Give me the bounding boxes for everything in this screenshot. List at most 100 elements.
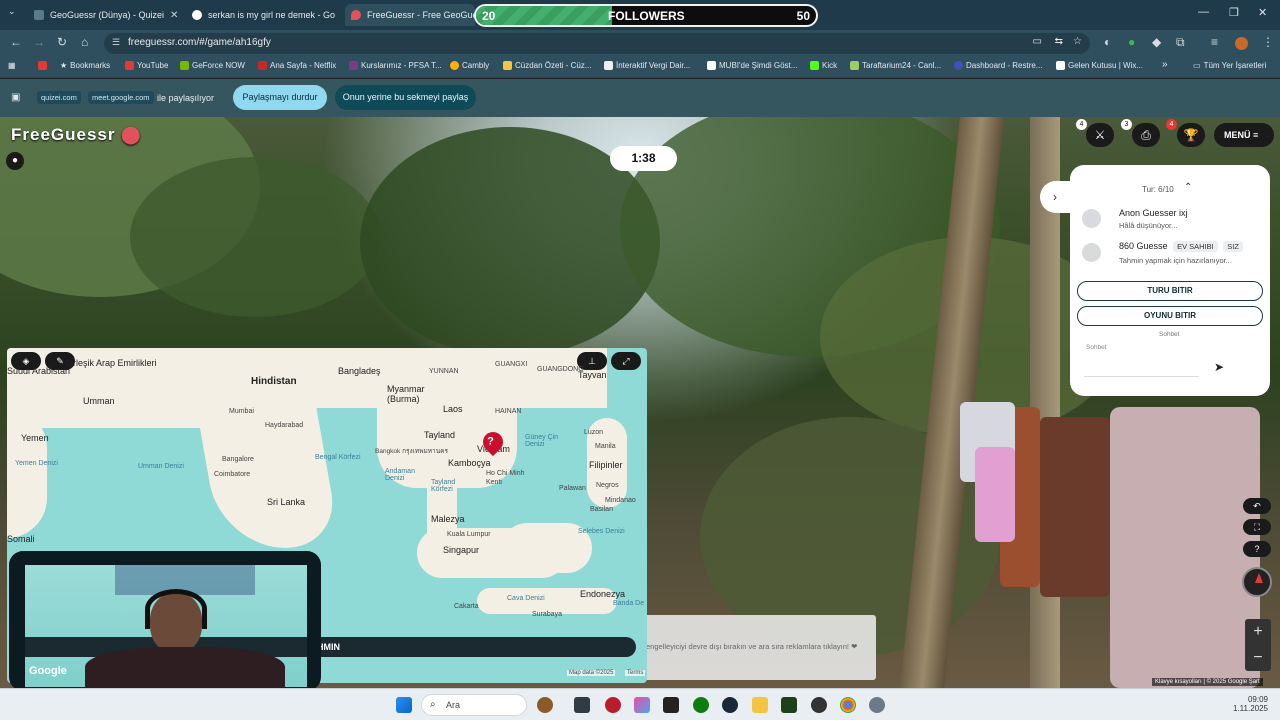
- apps-grid-icon[interactable]: ▦: [8, 61, 16, 70]
- round-timer: 1:38: [610, 146, 677, 171]
- print-icon[interactable]: ⎙: [1132, 123, 1160, 147]
- close-window-icon[interactable]: ✕: [1258, 6, 1267, 19]
- settings-icon[interactable]: [869, 697, 885, 713]
- bookmark-cambly[interactable]: Cambly: [450, 61, 489, 70]
- bookmark-bookmarks[interactable]: [38, 61, 47, 70]
- webcam-feed: Google: [25, 565, 307, 688]
- map-label: GUANGXI: [495, 361, 528, 368]
- file-explorer-icon[interactable]: [752, 697, 768, 713]
- profile-avatar[interactable]: [1235, 37, 1248, 50]
- bookmark-taraftarium[interactable]: Taraftarium24 - Canl...: [850, 61, 941, 70]
- bookmark-wix[interactable]: Gelen Kutusu | Wix...: [1056, 61, 1143, 70]
- help-icon[interactable]: ?: [1243, 541, 1271, 557]
- app-arrow-icon[interactable]: [781, 697, 797, 713]
- map-terms-link[interactable]: Terms: [625, 670, 646, 676]
- address-bar[interactable]: ☰ freeguessr.com/#/game/ah16gfy ▭ ⇆ ☆: [104, 33, 1090, 54]
- more-bookmarks-icon[interactable]: »: [1162, 59, 1168, 70]
- close-tab-icon[interactable]: ✕: [170, 10, 178, 21]
- map-label: Bangkok กรุงเทพมหานคร: [375, 448, 448, 455]
- maximize-icon[interactable]: ❐: [1229, 6, 1239, 19]
- bookmark-restream[interactable]: Dashboard - Restre...: [954, 61, 1042, 70]
- xbox-icon[interactable]: [693, 697, 709, 713]
- account-icon[interactable]: ●: [6, 152, 24, 170]
- back-icon[interactable]: ←: [10, 35, 22, 49]
- keyboard-shortcuts-link[interactable]: Klavye kısayolları: [1155, 679, 1202, 685]
- bookmark-vergi[interactable]: İnteraktif Vergi Dair...: [604, 61, 690, 70]
- undo-icon[interactable]: ↶: [1243, 498, 1271, 514]
- site-info-icon[interactable]: ☰: [112, 37, 120, 48]
- print-badge: 3: [1121, 119, 1132, 130]
- windows-start-icon[interactable]: [396, 697, 412, 713]
- followers-progress-fill: [476, 6, 612, 25]
- battle-swords-icon[interactable]: ⚔: [1086, 123, 1114, 147]
- bookmark-pfsa[interactable]: Kurslarımız - PFSA T...: [349, 61, 442, 70]
- widgets-icon[interactable]: [537, 697, 553, 713]
- obs-icon[interactable]: [811, 697, 827, 713]
- epic-games-icon[interactable]: [663, 697, 679, 713]
- minimize-icon[interactable]: —: [1198, 6, 1209, 18]
- end-game-button[interactable]: OYUNU BITIR: [1077, 306, 1263, 326]
- bookmark-geforce[interactable]: GeForce NOW: [180, 61, 245, 70]
- extensions-puzzle-icon[interactable]: ⧉: [1176, 35, 1185, 50]
- taskbar-search[interactable]: ⌕ Ara: [421, 694, 527, 716]
- bookmark-cuzdan[interactable]: Cüzdan Özeti - Cüz...: [503, 61, 591, 70]
- chat-input[interactable]: Sohbet: [1084, 341, 1199, 377]
- copilot-icon[interactable]: [634, 697, 650, 713]
- reload-icon[interactable]: ↻: [57, 35, 67, 49]
- zoom-out-icon[interactable]: −: [1245, 645, 1271, 671]
- map-label: Manila: [595, 443, 616, 450]
- bookmark-folder[interactable]: ★ Bookmarks: [60, 61, 110, 70]
- map-label: Endonezya: [580, 589, 626, 599]
- bookmark-netflix[interactable]: Ana Sayfa - Netflix: [258, 61, 336, 70]
- hanging-cloth: [975, 447, 1015, 542]
- cast-icon[interactable]: ▭: [1033, 36, 1042, 47]
- street-view-panorama[interactable]: FreeGuessr ⬤ ● 1:38 ⚔ 4 ⎙ 3 🏆 4 MENÜ ≡ ›…: [0, 117, 1280, 688]
- steam-icon[interactable]: [722, 697, 738, 713]
- bookmark-star-icon[interactable]: ☆: [1073, 36, 1082, 47]
- tab-quizei[interactable]: GeoGuessr (Dünya) - Quizei ✕: [28, 4, 178, 26]
- home-icon[interactable]: ⌂: [81, 35, 88, 49]
- terms-link[interactable]: Şart: [1249, 679, 1260, 685]
- forward-icon[interactable]: →: [33, 35, 45, 49]
- tab-freeguessr[interactable]: FreeGuessr - Free GeoGues: [345, 4, 475, 26]
- bookmark-youtube[interactable]: YouTube: [125, 61, 168, 70]
- extension-green-icon[interactable]: ●: [1128, 35, 1135, 49]
- translate-icon[interactable]: ⇆: [1055, 36, 1063, 47]
- freeguessr-logo[interactable]: FreeGuessr ⬤: [11, 125, 141, 145]
- expand-map-icon[interactable]: ⤢: [611, 352, 641, 370]
- stop-sharing-button[interactable]: Paylaşmayı durdur: [233, 85, 327, 110]
- land-india: [192, 388, 342, 548]
- extension-icon[interactable]: ◐: [1104, 35, 1111, 49]
- extension-diamond-icon[interactable]: ◆: [1152, 35, 1161, 49]
- map-label: Birleşik Arap Emirlikleri: [65, 358, 157, 368]
- reading-list-icon[interactable]: ≡: [1211, 35, 1218, 49]
- task-view-icon[interactable]: [574, 697, 590, 713]
- clock-time: 09:09: [1247, 695, 1268, 704]
- more-menu-icon[interactable]: ⋮: [1262, 35, 1274, 49]
- map-label: Bangalore: [222, 456, 254, 463]
- bookmark-kick[interactable]: Kick: [810, 61, 837, 70]
- tab-search-icon[interactable]: ⌄: [8, 6, 16, 17]
- map-label: Bengal Körfezi: [315, 454, 361, 461]
- pin-favicon-icon: [351, 10, 361, 20]
- bookmark-mubi[interactable]: MUBI'de Şimdi Göst...: [707, 61, 797, 70]
- all-bookmarks-folder[interactable]: ▭ Tüm Yer İşaretleri: [1193, 61, 1266, 70]
- trophy-icon[interactable]: 🏆: [1177, 123, 1205, 147]
- map-label: Umman Denizi: [138, 463, 184, 470]
- tab-google-search[interactable]: serkan is my girl ne demek - Go ✕: [186, 4, 338, 26]
- chrome-icon[interactable]: [840, 697, 856, 713]
- fullscreen-icon[interactable]: ⛶: [1243, 519, 1271, 535]
- chevron-up-icon[interactable]: ⌃: [1184, 182, 1192, 193]
- zoom-in-icon[interactable]: +: [1245, 619, 1271, 645]
- app-icon[interactable]: [605, 697, 621, 713]
- end-round-button[interactable]: TURU BITIR: [1077, 281, 1263, 301]
- taskbar-clock[interactable]: 09:09 1.11.2025: [1222, 695, 1268, 713]
- favicon-icon: [34, 10, 44, 20]
- compass-icon[interactable]: [1242, 567, 1272, 597]
- collapse-panel-chevron-icon[interactable]: ›: [1040, 181, 1070, 213]
- share-this-tab-button[interactable]: Onun yerine bu sekmeyi paylaş: [335, 85, 476, 110]
- players-panel: Tur: 6/10 ⌃ Anon Guesser ixj Hâlâ düşünü…: [1070, 165, 1270, 396]
- send-icon[interactable]: ➤: [1214, 360, 1224, 374]
- menu-button[interactable]: MENÜ ≡: [1214, 123, 1274, 147]
- search-placeholder: Ara: [446, 700, 461, 710]
